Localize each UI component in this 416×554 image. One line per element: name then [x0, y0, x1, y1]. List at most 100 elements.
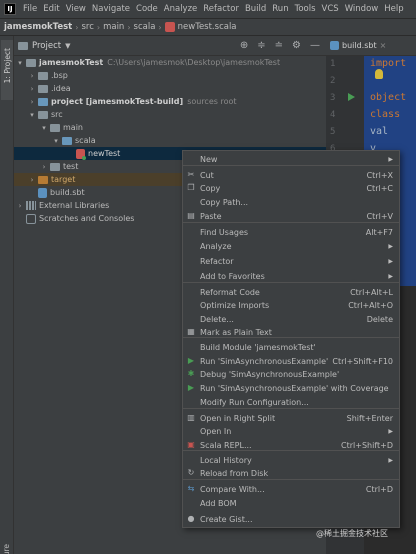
breadcrumb-separator: ›	[96, 22, 101, 32]
context-menu-item-refactor[interactable]: Refactor ▶	[183, 254, 399, 268]
context-menu-item-run-simasynchronousexample-with-coverage[interactable]: ▶ Run 'SimAsynchronousExample' with Cover…	[183, 381, 399, 395]
run-icon: ▶	[187, 356, 195, 365]
context-menu-item-copy-path[interactable]: Copy Path...	[183, 195, 399, 209]
chevron-down-icon[interactable]: ▾	[52, 137, 60, 145]
menu-view[interactable]: View	[63, 4, 89, 14]
chevron-down-icon[interactable]: ▾	[16, 59, 24, 67]
folder-icon	[50, 162, 60, 171]
context-menu-item-run-simasynchronousexample[interactable]: ▶ Run 'SimAsynchronousExample' Ctrl+Shift+…	[183, 354, 399, 368]
context-menu-item-copy[interactable]: ❐ Copy Ctrl+C	[183, 181, 399, 195]
context-menu-shortcut: Alt+F7	[365, 227, 393, 237]
context-menu-item-paste[interactable]: ▤ Paste Ctrl+V	[183, 209, 399, 223]
sbt-file-icon	[38, 187, 47, 198]
chevron-down-icon[interactable]: ▾	[28, 111, 36, 119]
menu-help[interactable]: Help	[381, 4, 406, 14]
context-menu-label: Copy	[200, 183, 221, 193]
code-line: import	[370, 58, 407, 69]
menu-analyze[interactable]: Analyze	[161, 4, 201, 14]
line-number: 5	[330, 127, 336, 137]
context-menu-item-reload-from-disk[interactable]: ↻ Reload from Disk	[183, 466, 399, 480]
project-tool-tab[interactable]: 1: Project	[1, 40, 13, 100]
minimize-icon[interactable]: —	[310, 40, 320, 52]
chevron-right-icon[interactable]: ›	[28, 72, 36, 80]
context-menu-item-open-in[interactable]: Open In ▶	[183, 424, 399, 438]
run-gutter-icon[interactable]	[348, 93, 355, 101]
tree-row-idea[interactable]: › .idea	[14, 82, 326, 95]
context-menu-shortcut: Ctrl+V	[366, 211, 393, 221]
context-menu-item-local-history[interactable]: Local History ▶	[183, 453, 399, 467]
menu-tools[interactable]: Tools	[292, 4, 319, 14]
context-menu-item-find-usages[interactable]: Find Usages Alt+F7	[183, 225, 399, 239]
menu-window[interactable]: Window	[342, 4, 382, 14]
line-number: 3	[330, 93, 336, 103]
line-number: 1	[330, 59, 336, 69]
compare-icon: ⇆	[187, 484, 195, 493]
chevron-right-icon[interactable]: ›	[28, 85, 36, 93]
project-panel-title[interactable]: Project	[32, 41, 61, 51]
context-menu-item-delete[interactable]: Delete... Delete	[183, 312, 399, 326]
context-menu-item-create-gist[interactable]: ● Create Gist...	[183, 512, 399, 526]
context-menu-item-open-in-right-split[interactable]: ▥ Open in Right Split Shift+Enter	[183, 411, 399, 425]
menu-run[interactable]: Run	[269, 4, 291, 14]
context-menu-item-new[interactable]: New ▶	[183, 152, 399, 166]
context-menu-item-modify-run-configuration[interactable]: Modify Run Configuration...	[183, 395, 399, 409]
chevron-right-icon[interactable]: ›	[28, 98, 36, 106]
code-line: object	[370, 92, 407, 103]
expand-icon[interactable]: ≐	[275, 40, 283, 52]
context-menu-label: Run 'SimAsynchronousExample' with Covera…	[200, 383, 389, 393]
context-menu-item-add-bom[interactable]: Add BOM	[183, 496, 399, 510]
close-icon[interactable]: ×	[380, 41, 387, 50]
context-menu-item-cut[interactable]: ✂ Cut Ctrl+X	[183, 168, 399, 182]
context-menu-label: Open In	[200, 426, 232, 436]
context-menu-item-reformat-code[interactable]: Reformat Code Ctrl+Alt+L	[183, 285, 399, 299]
context-menu-item-add-to-favorites[interactable]: Add to Favorites ▶	[183, 269, 399, 283]
collapse-icon[interactable]: ≑	[257, 40, 265, 52]
scala-file-icon	[164, 22, 175, 32]
copy-icon: ❐	[187, 183, 195, 192]
tab-build-sbt[interactable]: build.sbt	[342, 41, 377, 50]
tree-row-main[interactable]: ▾ main	[14, 121, 326, 134]
menu-items: File Edit View Navigate Code Analyze Refactor B…	[20, 4, 407, 14]
context-menu-item-build-module-jamesmoktest[interactable]: Build Module 'jamesmokTest'	[183, 340, 399, 354]
menu-file[interactable]: File	[20, 4, 40, 14]
tree-item-label: project [jamesmokTest-build]	[51, 97, 184, 106]
tree-row-src[interactable]: ▾ src	[14, 108, 326, 121]
menu-edit[interactable]: Edit	[40, 4, 62, 14]
breadcrumb-project[interactable]: jamesmokTest	[4, 22, 72, 32]
chevron-right-icon[interactable]: ›	[16, 202, 24, 210]
breadcrumb-file[interactable]: newTest.scala	[178, 22, 237, 32]
menu-vcs[interactable]: VCS	[319, 4, 342, 14]
lightbulb-icon[interactable]	[375, 69, 383, 79]
context-menu-shortcut: Shift+Enter	[346, 413, 393, 423]
tree-item-label: src	[51, 110, 63, 119]
tree-row-bsp[interactable]: › .bsp	[14, 69, 326, 82]
context-menu-item-compare-with[interactable]: ⇆ Compare With... Ctrl+D	[183, 482, 399, 496]
menu-code[interactable]: Code	[133, 4, 161, 14]
context-menu-label: New	[200, 154, 218, 164]
tree-row-project[interactable]: › project [jamesmokTest-build] sources r…	[14, 95, 326, 108]
context-menu-label: Analyze	[200, 241, 232, 251]
chevron-down-icon[interactable]: ▾	[40, 124, 48, 132]
breadcrumb-main[interactable]: main	[103, 22, 124, 32]
menu-build[interactable]: Build	[242, 4, 269, 14]
chevron-down-icon[interactable]: ▼	[65, 42, 70, 50]
context-menu-item-analyze[interactable]: Analyze ▶	[183, 239, 399, 253]
chevron-right-icon[interactable]: ›	[40, 163, 48, 171]
plain-text-icon: ▦	[187, 327, 195, 336]
menu-refactor[interactable]: Refactor	[200, 4, 242, 14]
context-menu-item-debug-simasynchronousexample[interactable]: ✱ Debug 'SimAsynchronousExample'	[183, 367, 399, 381]
menu-bar: IJ File Edit View Navigate Code Analyze Refact…	[0, 0, 416, 18]
breadcrumb-src[interactable]: src	[81, 22, 93, 32]
context-menu-label: Mark as Plain Text	[200, 327, 272, 337]
breadcrumb-scala[interactable]: scala	[134, 22, 156, 32]
breadcrumb-separator: ›	[158, 22, 162, 32]
context-menu-item-optimize-imports[interactable]: Optimize Imports Ctrl+Alt+O	[183, 298, 399, 312]
chevron-right-icon[interactable]: ›	[28, 176, 36, 184]
target-icon[interactable]: ⊕	[240, 40, 248, 52]
tree-row-scala[interactable]: ▾ scala	[14, 134, 326, 147]
structure-tool-tab-label[interactable]: Structure	[2, 544, 12, 554]
tree-row-root[interactable]: ▾ jamesmokTest C:\Users\jamesmok\Desktop…	[14, 56, 326, 69]
gear-icon[interactable]: ⚙	[292, 40, 301, 52]
menu-navigate[interactable]: Navigate	[89, 4, 133, 14]
scala-repl-icon: ▣	[187, 440, 195, 449]
